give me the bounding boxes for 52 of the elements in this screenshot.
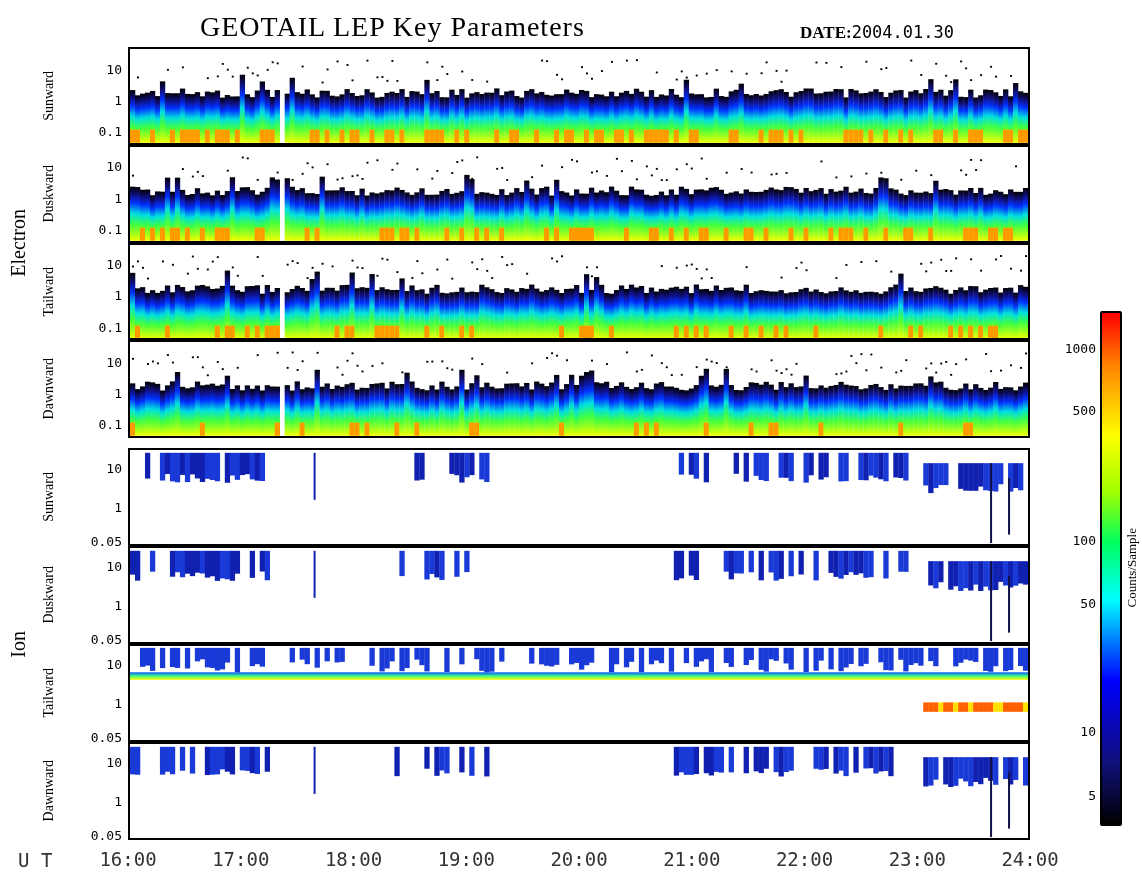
colorbar-tick-label: 100 (1072, 532, 1096, 548)
axis-tick-label: 0.1 (98, 319, 122, 335)
direction-label: Duskward (41, 566, 57, 624)
axis-tick-label: 23:00 (888, 848, 946, 870)
axis-tick-label: 1 (114, 793, 122, 809)
group-label: Electron (6, 208, 30, 277)
colorbar-label: Counts/Sample (1124, 528, 1140, 608)
colorbar-tick-label: 10 (1080, 723, 1096, 739)
axis-tick-label: 0.1 (98, 123, 122, 139)
axis-tick-label: 0.05 (90, 631, 122, 647)
colorbar-tick-label: 1000 (1064, 340, 1096, 356)
axis-tick-label: 10 (106, 460, 122, 476)
axis-tick-label: 0.05 (90, 729, 122, 745)
axis-tick-label: 22:00 (775, 848, 834, 870)
axis-tick-label: 1 (114, 287, 122, 303)
axis-tick-label: 10 (106, 61, 122, 76)
direction-label: Dawnward (41, 760, 57, 822)
direction-label: Duskward (41, 164, 57, 223)
axis-tick-label: 0.1 (98, 416, 122, 432)
axis-tick-label: 10 (106, 754, 122, 770)
axis-tick-label: 0.1 (98, 221, 122, 237)
axis-tick-label: 16:00 (99, 848, 157, 870)
axis-tick-label: 10 (106, 558, 122, 574)
axis-tick-label: 10 (106, 656, 122, 672)
axis-tick-label: 1 (114, 190, 122, 206)
axis-tick-label: 10 (106, 256, 122, 272)
axis-tick-label: 10 (106, 354, 122, 370)
colorbar-tick-label: 50 (1080, 595, 1096, 610)
axis-tick-label: 0.05 (90, 533, 122, 549)
direction-label: Tailward (41, 668, 57, 718)
direction-label: Tailward (41, 266, 57, 317)
axis-tick-label: 1 (114, 92, 122, 108)
chart-title: GEOTAIL LEP Key Parameters (200, 11, 586, 43)
axis-tick-label: 1 (114, 597, 122, 613)
axis-tick-label: 0.05 (90, 827, 122, 843)
axis-tick-label: 24:00 (1001, 848, 1059, 870)
axis-tick-label: 1 (114, 695, 122, 711)
axis-tick-label: 18:00 (324, 848, 383, 870)
colorbar-tick-label: 500 (1072, 402, 1096, 418)
direction-label: Sunward (41, 472, 57, 522)
direction-label: Dawnward (41, 358, 57, 420)
colorbar-tick-label: 5 (1088, 787, 1096, 803)
group-label: Ion (6, 630, 30, 658)
direction-label: Sunward (41, 71, 57, 121)
axis-tick-label: 1 (114, 385, 122, 401)
axis-tick-label: 19:00 (437, 848, 495, 870)
axis-tick-label: 1 (114, 499, 122, 515)
date-label: DATE:2004.01.30 (800, 22, 954, 43)
axis-tick-label: 21:00 (663, 848, 721, 870)
axis-tick-label: 17:00 (212, 848, 270, 870)
axis-tick-label: 20:00 (550, 848, 608, 870)
axis-tick-label: 10 (106, 158, 122, 174)
